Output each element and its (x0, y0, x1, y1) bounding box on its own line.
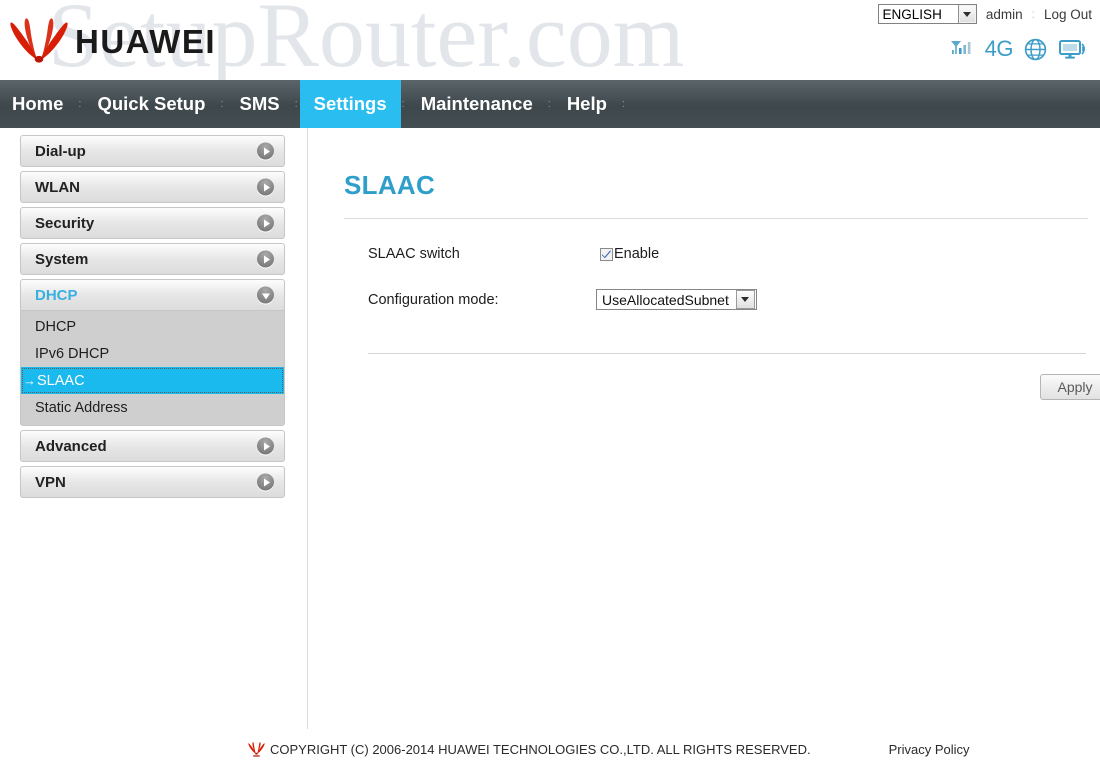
nav-item-sms[interactable]: SMS (225, 80, 293, 128)
sidebar-item-advanced[interactable]: Advanced (20, 430, 285, 462)
sidebar-item-label: VPN (35, 473, 66, 491)
sidebar-group-security: Security (20, 207, 285, 239)
slaac-switch-control[interactable]: Enable (600, 246, 659, 262)
configuration-mode-select[interactable]: UseAllocatedSubnet (596, 289, 757, 310)
huawei-logo: HUAWEI (10, 18, 216, 64)
chevron-down-icon[interactable] (957, 5, 976, 23)
sidebar-subitem-slaac[interactable]: → SLAAC (21, 367, 284, 394)
sidebar-item-dial-up[interactable]: Dial-up (20, 135, 285, 167)
nav-item-help[interactable]: Help (553, 80, 621, 128)
sidebar-subitem-static-address[interactable]: Static Address (21, 394, 284, 421)
sidebar-item-label: Security (35, 214, 95, 232)
chevron-right-icon[interactable] (257, 437, 274, 455)
sidebar-subitem-ipv6-dhcp[interactable]: IPv6 DHCP (21, 340, 284, 367)
header-separator: : (1031, 7, 1035, 21)
nav-item-home[interactable]: Home (0, 80, 77, 128)
page-footer: COPYRIGHT (C) 2006-2014 HUAWEI TECHNOLOG… (0, 729, 1100, 769)
sidebar-item-wlan[interactable]: WLAN (20, 171, 285, 203)
sidebar-subitem-label: DHCP (35, 318, 77, 335)
page-title: SLAAC (344, 170, 436, 200)
slaac-switch-label: SLAAC switch (368, 246, 460, 262)
apply-button[interactable]: Apply (1040, 374, 1100, 400)
settings-sidebar: Dial-up WLAN Security System DHCP DHCP I… (20, 135, 285, 502)
language-value: ENGLISH (882, 6, 942, 22)
main-navigation: Home : Quick Setup : SMS : Settings : Ma… (0, 80, 1100, 128)
enable-checkbox[interactable] (600, 247, 613, 261)
chevron-right-icon[interactable] (257, 214, 274, 232)
chevron-right-icon[interactable] (257, 473, 274, 491)
page-header: SetupRouter.com HUAWEI ENGLISH admin : L… (0, 0, 1100, 86)
huawei-footer-logo-icon (248, 741, 265, 757)
copyright-text: COPYRIGHT (C) 2006-2014 HUAWEI TECHNOLOG… (270, 741, 811, 757)
logout-link[interactable]: Log Out (1044, 7, 1092, 22)
chevron-right-icon[interactable] (257, 178, 274, 196)
monitor-wifi-icon (1059, 40, 1085, 59)
sidebar-item-label: DHCP (35, 286, 78, 304)
sidebar-item-dhcp[interactable]: DHCP (20, 279, 285, 311)
form-divider (368, 353, 1086, 354)
chevron-right-icon[interactable] (257, 250, 274, 268)
sidebar-group-advanced: Advanced (20, 430, 285, 462)
sidebar-item-vpn[interactable]: VPN (20, 466, 285, 498)
sidebar-group-dhcp: DHCP DHCP IPv6 DHCP → SLAAC Static Addre… (20, 279, 285, 426)
sidebar-item-label: WLAN (35, 178, 80, 196)
nav-item-quick-setup[interactable]: Quick Setup (83, 80, 219, 128)
title-divider (344, 218, 1088, 219)
header-account-bar: ENGLISH admin : Log Out (877, 4, 1092, 24)
status-icon-bar: 4G (949, 36, 1090, 62)
globe-icon (1024, 38, 1047, 60)
vertical-divider (307, 128, 308, 729)
privacy-policy-link[interactable]: Privacy Policy (889, 742, 970, 757)
sidebar-submenu-dhcp: DHCP IPv6 DHCP → SLAAC Static Address (20, 311, 285, 426)
nav-item-settings[interactable]: Settings (299, 80, 401, 128)
content-area: Dial-up WLAN Security System DHCP DHCP I… (0, 128, 1100, 729)
sidebar-item-label: Advanced (35, 437, 107, 455)
brand-name: HUAWEI (75, 22, 216, 60)
chevron-down-icon[interactable] (257, 286, 274, 304)
enable-checkbox-label: Enable (614, 246, 660, 262)
language-select[interactable]: ENGLISH (877, 4, 977, 24)
username-label: admin (985, 6, 1023, 22)
sidebar-group-vpn: VPN (20, 466, 285, 498)
sidebar-subitem-label: SLAAC (37, 372, 85, 389)
form-row-configuration-mode: Configuration mode: UseAllocatedSubnet (344, 289, 1088, 310)
sidebar-group-wlan: WLAN (20, 171, 285, 203)
chevron-right-icon[interactable] (257, 142, 274, 160)
sidebar-item-label: Dial-up (35, 142, 86, 160)
sidebar-subitem-label: Static Address (35, 399, 128, 416)
sidebar-subitem-label: IPv6 DHCP (35, 345, 110, 362)
form-row-slaac-switch: SLAAC switch Enable (344, 246, 1088, 262)
sidebar-subitem-dhcp[interactable]: DHCP (21, 313, 284, 340)
configuration-mode-label: Configuration mode: (368, 291, 499, 308)
signal-bars-icon (950, 41, 971, 54)
network-type-label: 4G (984, 36, 1014, 61)
check-icon (601, 249, 611, 258)
chevron-down-icon[interactable] (735, 290, 755, 309)
nav-separator: : (621, 97, 626, 110)
sidebar-item-label: System (35, 250, 89, 268)
huawei-flower-icon (10, 18, 68, 63)
configuration-mode-value: UseAllocatedSubnet (602, 291, 729, 308)
arrow-right-icon: → (23, 373, 36, 388)
sidebar-item-security[interactable]: Security (20, 207, 285, 239)
sidebar-item-system[interactable]: System (20, 243, 285, 275)
form-actions: Apply (368, 374, 1100, 400)
nav-item-maintenance[interactable]: Maintenance (407, 80, 547, 128)
settings-panel: SLAAC SLAAC switch Enable Configuration … (344, 128, 1100, 400)
sidebar-group-dial-up: Dial-up (20, 135, 285, 167)
sidebar-group-system: System (20, 243, 285, 275)
